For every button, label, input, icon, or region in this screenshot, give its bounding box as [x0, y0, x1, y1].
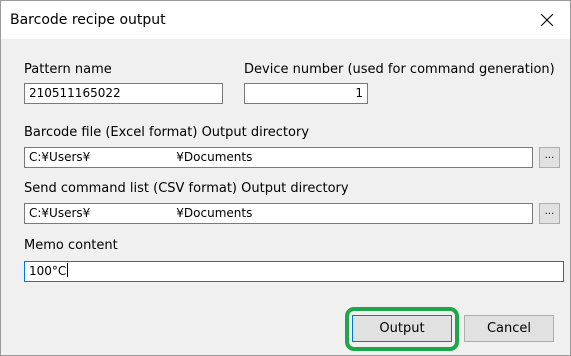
- device-number-label: Device number (used for command generati…: [244, 62, 555, 77]
- cancel-button[interactable]: Cancel: [464, 315, 554, 342]
- pattern-name-label: Pattern name: [24, 62, 112, 77]
- command-dir-browse-button[interactable]: ...: [539, 203, 560, 224]
- barcode-dir-label: Barcode file (Excel format) Output direc…: [24, 125, 310, 140]
- memo-field[interactable]: 100°C: [24, 261, 564, 282]
- device-number-field[interactable]: 1: [244, 83, 368, 104]
- barcode-dir-path-end: ¥Documents: [176, 150, 253, 164]
- command-dir-field[interactable]: C:¥Users¥ ¥Documents: [24, 203, 533, 224]
- close-icon: [540, 13, 554, 27]
- command-dir-label: Send command list (CSV format) Output di…: [24, 181, 349, 196]
- barcode-recipe-output-dialog: Barcode recipe output Pattern name 21051…: [0, 0, 571, 356]
- text-caret: [67, 263, 69, 277]
- command-dir-path-end: ¥Documents: [176, 206, 253, 220]
- barcode-dir-field[interactable]: C:¥Users¥ ¥Documents: [24, 147, 533, 168]
- close-button[interactable]: [524, 1, 570, 39]
- dialog-title: Barcode recipe output: [10, 12, 166, 28]
- memo-label: Memo content: [24, 238, 118, 253]
- title-bar: Barcode recipe output: [1, 1, 570, 39]
- pattern-name-field[interactable]: 210511165022: [24, 83, 223, 104]
- command-dir-path-start: C:¥Users¥: [29, 206, 91, 220]
- memo-text: 100°C: [29, 264, 67, 278]
- output-button[interactable]: Output: [352, 315, 452, 342]
- barcode-dir-browse-button[interactable]: ...: [539, 147, 560, 168]
- barcode-dir-path-start: C:¥Users¥: [29, 150, 91, 164]
